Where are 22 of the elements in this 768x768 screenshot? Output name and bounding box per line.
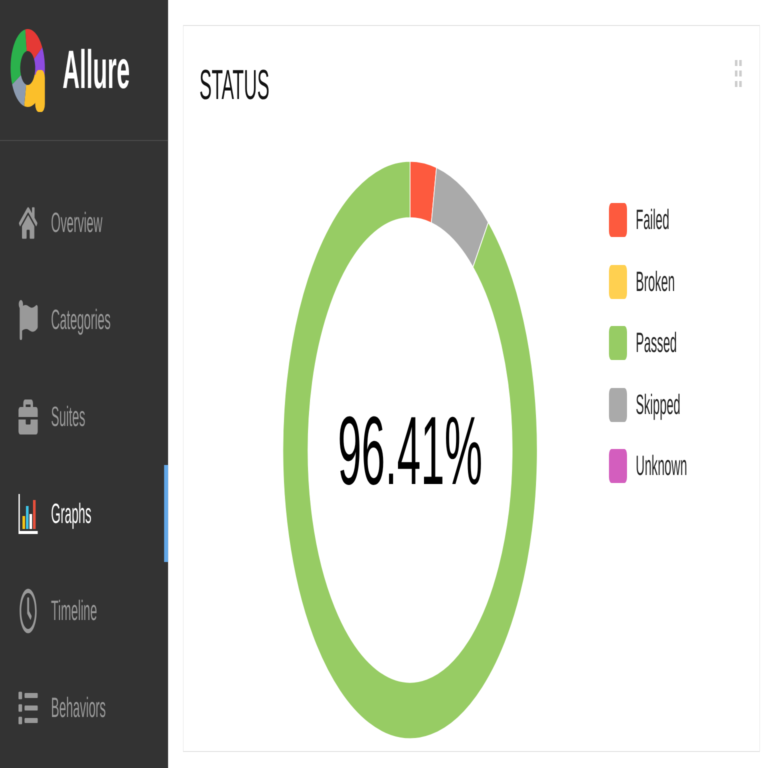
brand-name: Allure [62, 43, 130, 97]
logo-icon [10, 28, 46, 112]
legend-label: Skipped [636, 390, 680, 418]
nav-item[interactable]: Behaviors [0, 659, 168, 756]
briefcase-icon [18, 396, 38, 436]
home-icon [18, 204, 38, 240]
failed-slice [410, 160, 438, 224]
clock-icon [19, 588, 37, 634]
legend-label: Failed [636, 206, 670, 234]
nav-item[interactable]: Timeline [0, 562, 168, 659]
pass-percentage: 96.41% [338, 402, 482, 498]
flag-icon [18, 300, 38, 340]
legend-label: Unknown [636, 452, 688, 480]
drag-handle-icon[interactable] [734, 60, 742, 87]
card-title: STATUS [199, 64, 270, 106]
nav-item[interactable]: Suites [0, 368, 168, 465]
nav-item[interactable]: Graphs [0, 465, 168, 562]
legend-label: Passed [636, 329, 677, 357]
legend-label: Broken [636, 268, 675, 296]
nav-item[interactable]: Categories [0, 271, 168, 368]
bar-chart-icon [18, 494, 38, 534]
nav-item[interactable]: Overview [0, 174, 168, 271]
